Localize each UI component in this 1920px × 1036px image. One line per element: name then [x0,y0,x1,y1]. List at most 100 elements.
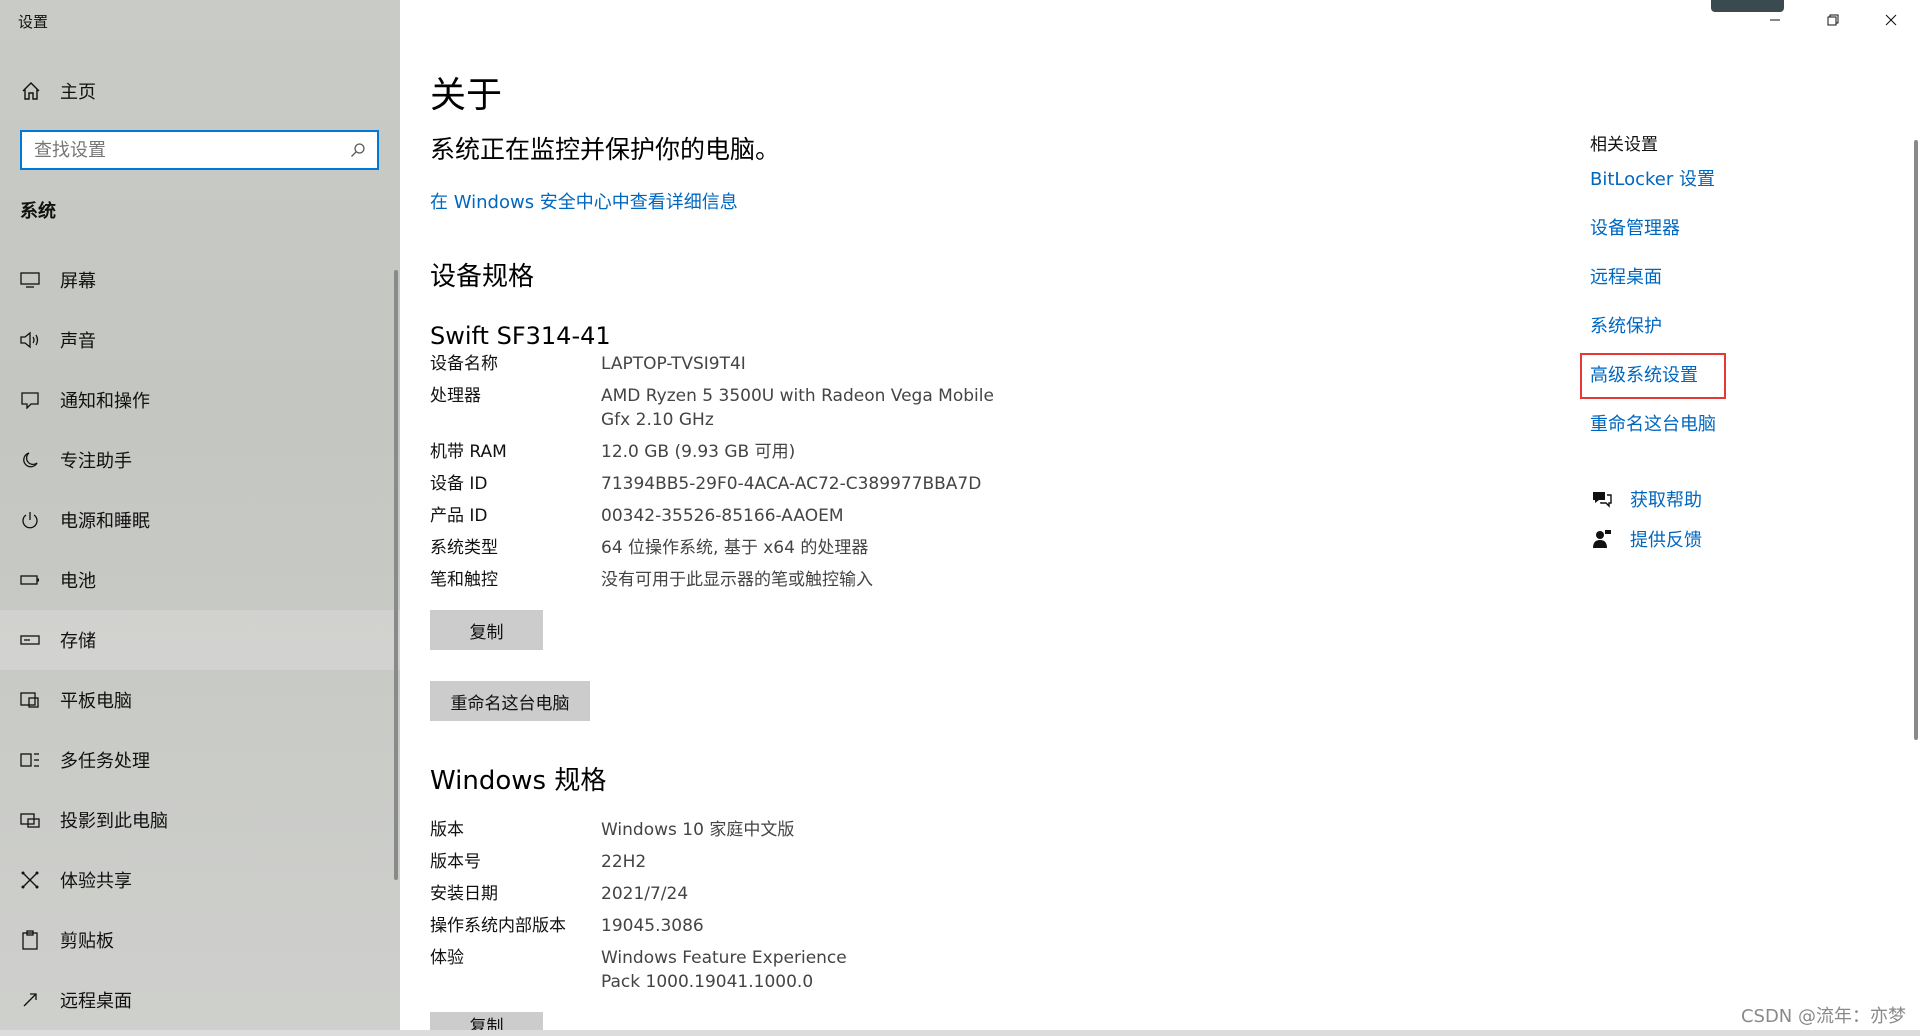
spec-key: 产品 ID [430,506,488,526]
main-scrollbar[interactable] [1914,140,1918,740]
help-section: 获取帮助 提供反馈 [1590,486,1702,566]
spec-row: 操作系统内部版本 19045.3086 [430,914,1130,938]
sidebar-item-battery[interactable]: 电池 [0,550,400,610]
spec-row: 体验 Windows Feature Experience Pack 1000.1… [430,946,1130,994]
sidebar-item-notifications[interactable]: 通知和操作 [0,370,400,430]
spec-row: 版本号 22H2 [430,850,1130,874]
spec-key: 设备名称 [430,354,498,374]
project-icon [18,808,42,832]
home-icon [20,80,42,102]
spec-key: 机带 RAM [430,442,507,462]
sidebar-item-power[interactable]: 电源和睡眠 [0,490,400,550]
device-spec-title: 设备规格 [430,262,535,292]
restore-icon[interactable] [1804,0,1862,40]
chat-help-icon [1590,487,1614,511]
sidebar: 设置 主页 系统 屏幕 声音 通知和操作 专注助手 [0,0,400,1036]
search-input[interactable] [22,132,343,168]
device-spec-table: 设备名称 LAPTOP-TVSI9T4I 处理器 AMD Ryzen 5 3500U… [430,352,1130,600]
speaker-icon [18,328,42,352]
spec-row: 系统类型 64 位操作系统, 基于 x64 的处理器 [430,536,1130,560]
spec-key: 体验 [430,948,464,968]
device-model: Swift SF314-41 [430,322,611,350]
rename-pc-button[interactable]: 重命名这台电脑 [430,681,590,721]
related-settings-title: 相关设置 [1590,135,1658,155]
feedback-link[interactable]: 提供反馈 [1590,526,1702,552]
window-title: 设置 [18,13,49,31]
remote-desktop-link[interactable]: 远程桌面 [1590,265,1716,291]
windows-spec-title: Windows 规格 [430,766,607,796]
clipboard-icon [18,928,42,952]
spec-value: 没有可用于此显示器的笔或触控输入 [601,570,873,590]
sidebar-item-sound[interactable]: 声音 [0,310,400,370]
main-content: 关于 系统正在监控并保护你的电脑。 在 Windows 安全中心中查看详细信息 … [400,0,1920,1036]
spec-key: 设备 ID [430,474,488,494]
copy-device-specs-button[interactable]: 复制 [430,610,543,650]
storage-icon [18,628,42,652]
spec-row: 设备 ID 71394BB5-29F0-4ACA-AC72-C389977BBA7… [430,472,1130,496]
sidebar-item-project[interactable]: 投影到此电脑 [0,790,400,850]
sidebar-item-label: 存储 [60,631,96,652]
sidebar-home[interactable]: 主页 [0,70,400,112]
advanced-system-settings-link[interactable]: 高级系统设置 [1580,353,1726,399]
search-icon[interactable] [343,135,373,165]
system-protection-link[interactable]: 系统保护 [1590,314,1716,340]
spec-value: 71394BB5-29F0-4ACA-AC72-C389977BBA7D [601,474,982,494]
sidebar-home-label: 主页 [60,82,96,103]
spec-value: 12.0 GB (9.93 GB 可用) [601,442,796,462]
share-icon [18,868,42,892]
spec-key: 版本号 [430,852,481,872]
windows-spec-table: 版本 Windows 10 家庭中文版 版本号 22H2 安装日期 2021/7/24… [430,818,1130,1002]
spec-row: 安装日期 2021/7/24 [430,882,1130,906]
spec-key: 笔和触控 [430,570,498,590]
sidebar-item-remote-desktop[interactable]: 远程桌面 [0,970,400,1030]
spec-value: 22H2 [601,852,647,872]
sidebar-item-label: 体验共享 [60,871,132,892]
spec-value: Windows 10 家庭中文版 [601,820,795,840]
spec-key: 安装日期 [430,884,498,904]
sidebar-scrollbar[interactable] [394,270,398,880]
sidebar-item-tablet[interactable]: 平板电脑 [0,670,400,730]
sidebar-item-label: 通知和操作 [60,391,150,412]
remote-desktop-icon [18,988,42,1012]
device-manager-link[interactable]: 设备管理器 [1590,216,1716,242]
spec-value: 2021/7/24 [601,884,689,904]
spec-row: 设备名称 LAPTOP-TVSI9T4I [430,352,1130,376]
related-settings: 相关设置 BitLocker 设置 设备管理器 远程桌面 系统保护 高级系统设置… [1580,130,1726,461]
bitlocker-link[interactable]: BitLocker 设置 [1590,167,1716,193]
protect-status: 系统正在监控并保护你的电脑。 [430,135,781,164]
watermark: CSDN @流年：亦梦 [1740,1006,1906,1027]
spec-row: 处理器 AMD Ryzen 5 3500U with Radeon Vega Mo… [430,384,1130,432]
sidebar-item-storage[interactable]: 存储 [0,610,400,670]
sidebar-nav: 屏幕 声音 通知和操作 专注助手 电源和睡眠 电池 存储 平板电脑 多任务处理 … [0,250,400,1030]
bottom-scrollbar [0,1030,1920,1036]
sidebar-item-multitasking[interactable]: 多任务处理 [0,730,400,790]
spec-key: 系统类型 [430,538,498,558]
sidebar-item-label: 声音 [60,331,96,352]
page-title: 关于 [430,75,503,116]
spec-value: LAPTOP-TVSI9T4I [601,354,746,374]
spec-value: 19045.3086 [601,916,704,936]
close-icon[interactable] [1862,0,1920,40]
rename-pc-link[interactable]: 重命名这台电脑 [1590,412,1716,438]
minimize-icon[interactable] [1746,0,1804,40]
spec-value: AMD Ryzen 5 3500U with Radeon Vega Mobil… [601,386,994,430]
monitor-icon [18,268,42,292]
sidebar-item-focus-assist[interactable]: 专注助手 [0,430,400,490]
sidebar-item-shared-experiences[interactable]: 体验共享 [0,850,400,910]
sidebar-item-clipboard[interactable]: 剪贴板 [0,910,400,970]
search-box [20,130,379,170]
tablet-icon [18,688,42,712]
sidebar-item-label: 专注助手 [60,451,132,472]
sidebar-item-label: 投影到此电脑 [60,811,168,832]
sidebar-item-label: 远程桌面 [60,991,132,1012]
security-center-link[interactable]: 在 Windows 安全中心中查看详细信息 [430,188,738,214]
sidebar-item-label: 剪贴板 [60,931,114,952]
sidebar-item-label: 平板电脑 [60,691,132,712]
sidebar-item-display[interactable]: 屏幕 [0,250,400,310]
spec-row: 笔和触控 没有可用于此显示器的笔或触控输入 [430,568,1130,592]
multitask-icon [18,748,42,772]
get-help-label: 获取帮助 [1630,490,1702,511]
sidebar-item-label: 屏幕 [60,271,96,292]
get-help-link[interactable]: 获取帮助 [1590,486,1702,512]
power-icon [18,508,42,532]
